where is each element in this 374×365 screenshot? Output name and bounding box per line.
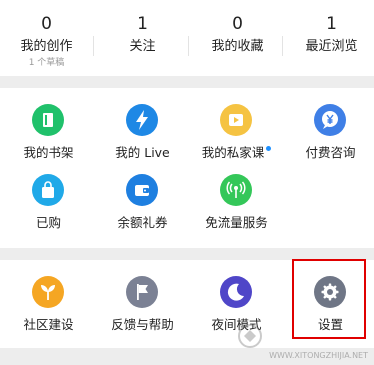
services-section: 我的书架 我的 Live 我的私家课 付费咨询 已购 余额礼券 免流量服务 bbox=[0, 88, 374, 248]
flag-icon bbox=[126, 276, 158, 308]
new-badge-dot bbox=[266, 146, 272, 151]
menu-item-label: 我的 Live bbox=[115, 145, 170, 160]
divider bbox=[282, 36, 283, 56]
menu-item-feedback-help[interactable]: 反馈与帮助 bbox=[96, 276, 189, 338]
divider bbox=[188, 36, 189, 56]
divider bbox=[93, 36, 94, 56]
stat-label: 最近浏览 bbox=[305, 39, 358, 54]
video-icon bbox=[220, 104, 252, 136]
stat-sub-label: 1 个草稿 bbox=[28, 58, 65, 68]
stat-value: 0 bbox=[232, 14, 243, 34]
menu-item-label: 社区建设 bbox=[23, 317, 74, 332]
menu-item-community[interactable]: 社区建设 bbox=[2, 276, 95, 338]
bookshelf-icon bbox=[32, 104, 64, 136]
yuan-chat-icon bbox=[314, 104, 346, 136]
menu-item-my-live[interactable]: 我的 Live bbox=[96, 104, 189, 166]
sprout-icon bbox=[32, 276, 64, 308]
moon-icon bbox=[220, 276, 252, 308]
menu-item-label: 反馈与帮助 bbox=[111, 317, 174, 332]
menu-item-free-data-service[interactable]: 免流量服务 bbox=[190, 174, 283, 236]
signal-icon bbox=[220, 174, 252, 206]
menu-item-label: 免流量服务 bbox=[205, 215, 268, 230]
shopping-bag-icon bbox=[32, 174, 64, 206]
menu-item-label-text: 我的私家课 bbox=[201, 145, 265, 160]
menu-item-label: 夜间模式 bbox=[211, 317, 262, 332]
menu-item-private-courses[interactable]: 我的私家课 bbox=[190, 104, 283, 166]
menu-item-balance-coupons[interactable]: 余额礼券 bbox=[96, 174, 189, 236]
menu-item-label: 付费咨询 bbox=[305, 145, 356, 160]
menu-item-paid-consulting[interactable]: 付费咨询 bbox=[284, 104, 374, 166]
stat-value: 1 bbox=[326, 14, 337, 34]
watermark-text: WWW.XITONGZHIJIA.NET bbox=[269, 351, 368, 360]
menu-item-label: 余额礼券 bbox=[117, 215, 168, 230]
wallet-icon bbox=[126, 174, 158, 206]
menu-item-label: 已购 bbox=[35, 215, 61, 230]
stat-label: 关注 bbox=[129, 39, 156, 54]
stat-value: 1 bbox=[137, 14, 148, 34]
menu-item-night-mode[interactable]: 夜间模式 bbox=[190, 276, 283, 338]
stats-row: 0 我的创作 1 个草稿 1 关注 0 我的收藏 1 最近浏览 bbox=[0, 0, 374, 76]
menu-item-bookshelf[interactable]: 我的书架 bbox=[2, 104, 95, 166]
stat-label: 我的创作 bbox=[20, 39, 73, 54]
profile-page: 0 我的创作 1 个草稿 1 关注 0 我的收藏 1 最近浏览 我的书架 我的 … bbox=[0, 0, 374, 365]
menu-item-label: 我的书架 bbox=[23, 145, 74, 160]
stat-label: 我的收藏 bbox=[211, 39, 264, 54]
stat-value: 0 bbox=[41, 14, 52, 34]
menu-item-purchased[interactable]: 已购 bbox=[2, 174, 95, 236]
menu-item-label: 我的私家课 bbox=[190, 145, 283, 161]
lightning-icon bbox=[126, 104, 158, 136]
highlight-annotation-box bbox=[292, 259, 366, 339]
